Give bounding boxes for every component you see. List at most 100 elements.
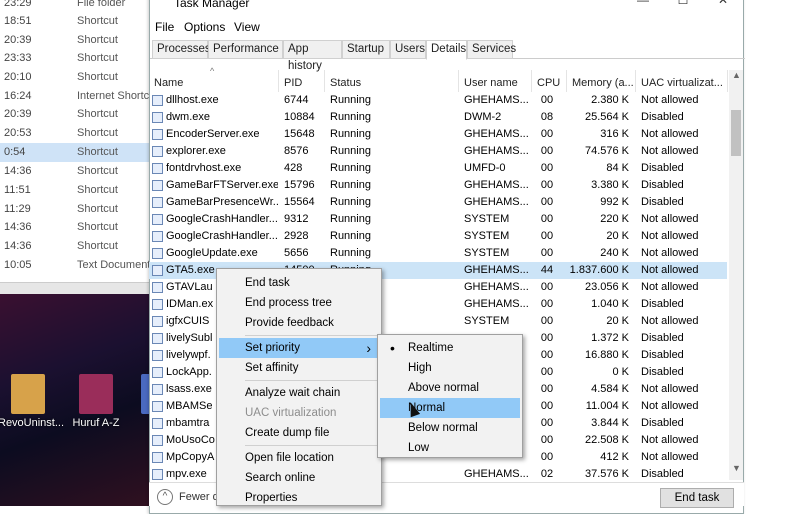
table-row[interactable]: GameBarPresenceWr... 15564 Running GHEHAMS.… [149, 194, 727, 211]
explorer-row[interactable]: 23:33 Shortcut [0, 49, 150, 68]
cell-uac: Disabled [641, 332, 684, 344]
cell-uac: Disabled [641, 162, 684, 174]
cell-mem: 74.576 K [584, 145, 629, 157]
column-header-1[interactable]: PID [279, 70, 325, 92]
menu-item-open-file-location[interactable]: Open file location [219, 448, 379, 468]
menu-item-search-online[interactable]: Search online [219, 468, 379, 488]
file-type: Shortcut [77, 108, 118, 120]
explorer-row[interactable]: 11:51 Shortcut [0, 181, 150, 200]
column-header-3[interactable]: User name [459, 70, 532, 92]
priority-label: High [408, 362, 432, 374]
explorer-row[interactable]: 20:10 Shortcut [0, 68, 150, 87]
priority-below-normal[interactable]: Below normal [380, 418, 520, 438]
table-row[interactable]: GoogleCrashHandler.... 2928 Running SYSTEM 0… [149, 228, 727, 245]
column-header-4[interactable]: CPU [532, 70, 567, 92]
table-row[interactable]: GameBarFTServer.exe 15796 Running GHEHAMS..… [149, 177, 727, 194]
cell-uac: Disabled [641, 366, 684, 378]
end-task-button[interactable]: End task [660, 488, 734, 508]
scrollbar-thumb[interactable] [731, 110, 741, 156]
tab-services[interactable]: Services [467, 40, 516, 59]
tab-users[interactable]: Users [390, 40, 426, 59]
explorer-row[interactable]: 14:36 Shortcut [0, 218, 150, 237]
explorer-row[interactable]: 20:53 Shortcut [0, 124, 150, 143]
column-header-0[interactable]: Name [149, 70, 279, 92]
table-row[interactable]: dwm.exe 10884 Running DWM-2 08 25.564 K Disabl… [149, 109, 727, 126]
explorer-row[interactable]: 0:54 Shortcut [0, 143, 150, 162]
process-icon [152, 180, 163, 191]
scroll-up-icon[interactable]: ▲ [732, 70, 741, 80]
table-row[interactable]: EncoderServer.exe 15648 Running GHEHAMS... 0… [149, 126, 727, 143]
explorer-row[interactable]: 16:24 Internet Shortcut [0, 87, 150, 106]
explorer-row[interactable]: 11:29 Shortcut [0, 200, 150, 219]
priority-above-normal[interactable]: Above normal [380, 378, 520, 398]
cell-cpu: 00 [540, 383, 554, 395]
cell-cpu: 00 [540, 128, 554, 140]
close-icon[interactable]: ✕ [703, 0, 743, 11]
table-row[interactable]: GoogleUpdate.exe 5656 Running SYSTEM 00 240 K… [149, 245, 727, 262]
modified-time: 10:05 [4, 259, 32, 271]
menu-item-provide-feedback[interactable]: Provide feedback [219, 313, 379, 333]
tab-processes[interactable]: Processes [152, 40, 211, 59]
tab-app-history[interactable]: App history [283, 40, 342, 72]
cell-mem: 1.837.600 K [569, 264, 629, 276]
chevron-up-icon[interactable]: ^ [157, 489, 173, 505]
cell-uac: Not allowed [641, 434, 699, 446]
menu-item-end-process-tree[interactable]: End process tree [219, 293, 379, 313]
desktop-shortcut-label: Huruf A-Z [72, 417, 120, 429]
priority-low[interactable]: Low [380, 438, 520, 458]
column-header-5[interactable]: Memory (a... [567, 70, 636, 92]
tab-details[interactable]: Details [426, 40, 467, 60]
explorer-row[interactable]: 18:51 Shortcut [0, 12, 150, 31]
menu-file[interactable]: File [155, 20, 174, 34]
table-row[interactable]: fontdrvhost.exe 428 Running UMFD-0 00 84 K Dis… [149, 160, 727, 177]
desktop-shortcut[interactable]: Huruf A-Z [66, 374, 126, 429]
priority-normal[interactable]: Normal [380, 398, 520, 418]
cell-cpu: 00 [540, 145, 554, 157]
explorer-row[interactable]: 14:36 Shortcut [0, 162, 150, 181]
maximize-icon[interactable]: ☐ [663, 0, 703, 11]
menu-item-set-affinity[interactable]: Set affinity [219, 358, 379, 378]
cell-user: DWM-2 [464, 111, 502, 123]
cell-user: GHEHAMS... [464, 179, 529, 191]
menu-item-properties[interactable]: Properties [219, 488, 379, 508]
desktop-shortcut[interactable]: Ri [128, 374, 150, 429]
priority-submenu: • Realtime High Above normal Normal Below nor… [377, 334, 523, 458]
cell-mem: 1.040 K [591, 298, 629, 310]
table-row[interactable]: GoogleCrashHandler.... 9312 Running SYSTEM 0… [149, 211, 727, 228]
desktop-shortcut[interactable]: RevoUninst... [0, 374, 64, 429]
explorer-row[interactable]: 20:39 Shortcut [0, 105, 150, 124]
cell-status: Running [330, 94, 371, 106]
tab-performance[interactable]: Performance [208, 40, 283, 59]
explorer-row[interactable]: 10:05 Text Document [0, 256, 150, 275]
menu-item-label: Search online [245, 472, 316, 484]
cell-pid: 15648 [284, 128, 315, 140]
cell-pid: 9312 [284, 213, 309, 225]
process-icon [152, 452, 163, 463]
tab-startup[interactable]: Startup [342, 40, 390, 59]
fewer-details-link[interactable]: Fewer d [179, 491, 219, 503]
explorer-row[interactable]: 20:39 Shortcut [0, 31, 150, 50]
column-header-6[interactable]: UAC virtualizat... [636, 70, 728, 92]
priority-realtime[interactable]: • Realtime [380, 338, 520, 358]
scroll-down-icon[interactable]: ▼ [732, 463, 741, 473]
menu-view[interactable]: View [234, 20, 260, 34]
cell-mem: 16.880 K [584, 349, 629, 361]
menu-item-label: End task [245, 277, 290, 289]
explorer-row[interactable]: 14:36 Shortcut [0, 237, 150, 256]
menu-item-create-dump-file[interactable]: Create dump file [219, 423, 379, 443]
menu-item-set-priority[interactable]: Set priority › [219, 338, 379, 358]
process-context-menu: End task End process tree Provide feedback… [216, 268, 382, 506]
table-row[interactable]: explorer.exe 8576 Running GHEHAMS... 00 74.57… [149, 143, 727, 160]
file-type: Shortcut [77, 52, 118, 64]
table-row[interactable]: dllhost.exe 6744 Running GHEHAMS... 00 2.380 … [149, 92, 727, 109]
menu-item-analyze-wait-chain[interactable]: Analyze wait chain [219, 383, 379, 403]
cell-user: SYSTEM [464, 213, 510, 225]
process-icon [152, 401, 163, 412]
menu-item-end-task[interactable]: End task [219, 273, 379, 293]
cell-status: Running [330, 247, 371, 259]
menu-options[interactable]: Options [184, 20, 225, 34]
priority-high[interactable]: High [380, 358, 520, 378]
minimize-icon[interactable]: — [623, 0, 663, 11]
shortcut-icon [79, 374, 113, 414]
column-header-2[interactable]: Status [325, 70, 459, 92]
